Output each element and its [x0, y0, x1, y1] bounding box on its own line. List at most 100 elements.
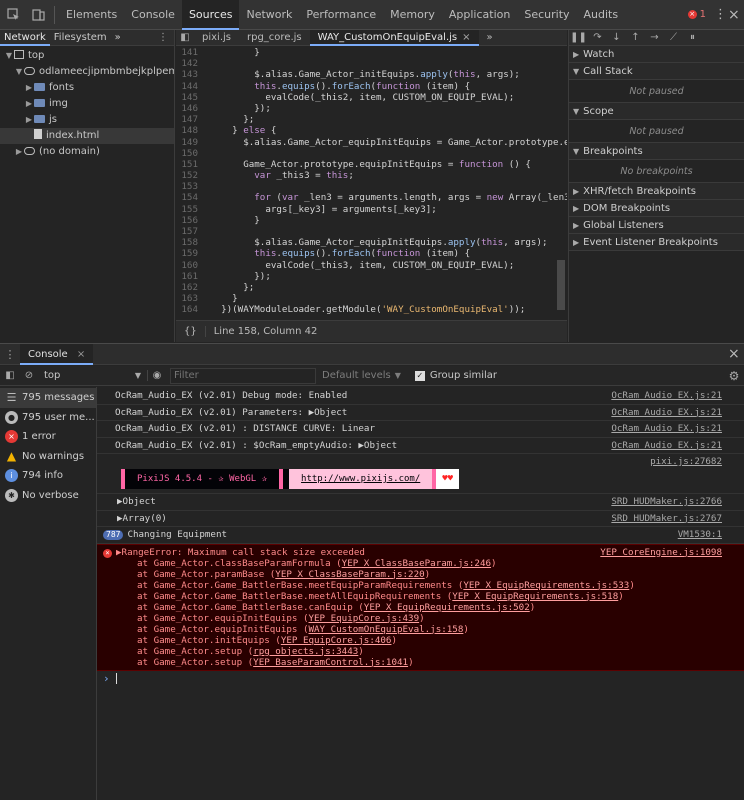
- console-prompt[interactable]: ›: [97, 671, 744, 687]
- triangle-right-icon[interactable]: ▶: [24, 80, 34, 96]
- sidebar-item-label: 794 info: [22, 470, 64, 481]
- more-tabs-icon[interactable]: »: [111, 30, 125, 46]
- close-icon[interactable]: ×: [462, 32, 470, 43]
- device-toolbar-icon[interactable]: [26, 0, 50, 30]
- triangle-down-icon[interactable]: ▼: [14, 64, 24, 80]
- pause-on-exceptions-icon[interactable]: ⏸: [683, 32, 702, 43]
- frame-source-link[interactable]: YEP_EquipCore.js:439: [308, 613, 419, 624]
- tree-item[interactable]: ▶ img: [0, 96, 174, 112]
- line-code: $.alias.Game_Actor_equipInitEquips.apply…: [210, 237, 548, 249]
- deactivate-breakpoints-icon[interactable]: ⟋: [664, 32, 683, 43]
- more-tabs-icon[interactable]: »: [479, 30, 501, 46]
- section-call-stack[interactable]: ▼ Call Stack: [569, 63, 744, 80]
- frame-source-link[interactable]: rpg_objects.js:3443: [253, 646, 358, 657]
- triangle-right-icon[interactable]: ▶: [24, 96, 34, 112]
- section-event-listener-breakpoints[interactable]: ▶ Event Listener Breakpoints: [569, 234, 744, 251]
- close-devtools-icon[interactable]: ×: [728, 7, 744, 23]
- step-icon[interactable]: →: [645, 32, 664, 43]
- editor-tab[interactable]: rpg_core.js: [239, 30, 310, 46]
- tab-sources[interactable]: Sources: [181, 0, 240, 30]
- tree-item[interactable]: ▶ js: [0, 112, 174, 128]
- source-link[interactable]: VM1530:1: [678, 527, 722, 543]
- sidebar-item[interactable]: × 1 error: [0, 427, 96, 447]
- tab-console[interactable]: Console ×: [20, 343, 94, 365]
- source-link[interactable]: YEP_CoreEngine.js:1098: [600, 547, 722, 558]
- triangle-right-icon[interactable]: ▶: [24, 112, 34, 128]
- tree-item[interactable]: index.html: [0, 128, 174, 144]
- section-dom-breakpoints[interactable]: ▶ DOM Breakpoints: [569, 200, 744, 217]
- frame-source-link[interactable]: WAY_CustomOnEquipEval.js:158: [308, 624, 463, 635]
- step-out-icon[interactable]: ↑: [626, 32, 645, 43]
- pretty-print-button[interactable]: {}: [176, 326, 205, 337]
- section-scope[interactable]: ▼ Scope: [569, 103, 744, 120]
- editor-tab[interactable]: pixi.js: [194, 30, 239, 46]
- error-counter[interactable]: × 1: [687, 9, 706, 20]
- tab-performance[interactable]: Performance: [299, 0, 383, 30]
- sidebar-item[interactable]: ▲ No warnings: [0, 447, 96, 467]
- section-xhr-fetch-breakpoints[interactable]: ▶ XHR/fetch Breakpoints: [569, 183, 744, 200]
- section-global-listeners[interactable]: ▶ Global Listeners: [569, 217, 744, 234]
- frame-source-link[interactable]: YEP_X_EquipRequirements.js:518: [452, 591, 618, 602]
- context-selector[interactable]: top ▼: [38, 370, 148, 381]
- tree-item[interactable]: ▶ fonts: [0, 80, 174, 96]
- tree-item[interactable]: ▶ (no domain): [0, 144, 174, 160]
- triangle-right-icon[interactable]: ▶: [14, 144, 24, 160]
- tab-filesystem[interactable]: Filesystem: [50, 30, 111, 46]
- sidebar-toggle-icon[interactable]: ◧: [0, 370, 20, 381]
- sidebar-item[interactable]: ✱ No verbose: [0, 486, 96, 506]
- source-link[interactable]: pixi.js:27682: [650, 454, 722, 470]
- navigator-menu-icon[interactable]: ⋮: [152, 32, 174, 43]
- log-message[interactable]: ▶Array(0) SRD_HUDMaker.js:2767: [97, 511, 744, 527]
- sidebar-item[interactable]: i 794 info: [0, 466, 96, 486]
- tab-network[interactable]: Network: [239, 0, 299, 30]
- tab-network[interactable]: Network: [0, 30, 50, 46]
- group-similar-checkbox[interactable]: ✓ Group similar: [414, 370, 497, 381]
- code-area[interactable]: 141 } 142 143 $.alias.Game_Actor_initEquip…: [176, 47, 567, 352]
- tab-application[interactable]: Application: [442, 0, 517, 30]
- tab-audits[interactable]: Audits: [577, 0, 626, 30]
- close-tab-icon[interactable]: ×: [77, 349, 85, 360]
- section-watch[interactable]: ▶ Watch: [569, 46, 744, 63]
- tree-item[interactable]: ▼ top: [0, 48, 174, 64]
- frame-source-link[interactable]: YEP_EquipCore.js:406: [281, 635, 392, 646]
- triangle-down-icon[interactable]: ▼: [4, 48, 14, 64]
- gear-icon[interactable]: ⚙: [724, 369, 744, 383]
- sidebar-item[interactable]: ☰ 795 messages: [0, 388, 96, 408]
- eye-icon[interactable]: ◉: [148, 370, 166, 381]
- source-link[interactable]: OcRam_Audio_EX.js:21: [611, 421, 722, 437]
- frame-source-link[interactable]: YEP_BaseParamControl.js:1041: [253, 657, 408, 668]
- log-message[interactable]: ▶Object SRD_HUDMaker.js:2766: [97, 494, 744, 511]
- banner-link[interactable]: http://www.pixijs.com/: [289, 469, 433, 489]
- levels-dropdown[interactable]: Default levels ▼: [322, 370, 401, 381]
- step-into-icon[interactable]: ↓: [607, 32, 626, 43]
- toggle-navigator-icon[interactable]: ◧: [176, 32, 194, 43]
- frame-source-link[interactable]: YEP_X_ClassBaseParam.js:220: [275, 569, 424, 580]
- tab-security[interactable]: Security: [517, 0, 576, 30]
- section-body: Not paused: [569, 120, 744, 143]
- frame-source-link[interactable]: YEP_X_EquipRequirements.js:533: [463, 580, 629, 591]
- tree-item[interactable]: ▼ odlameecjipmbmbejkplpemijjgplj: [0, 64, 174, 80]
- section-breakpoints[interactable]: ▼ Breakpoints: [569, 143, 744, 160]
- source-link[interactable]: OcRam_Audio_EX.js:21: [611, 438, 722, 454]
- filter-input[interactable]: [170, 367, 316, 384]
- source-link[interactable]: SRD_HUDMaker.js:2766: [611, 494, 722, 510]
- drawer-menu-icon[interactable]: ⋮: [0, 348, 20, 361]
- tab-elements[interactable]: Elements: [59, 0, 124, 30]
- source-link[interactable]: OcRam_Audio_EX.js:21: [611, 388, 722, 404]
- tab-memory[interactable]: Memory: [383, 0, 442, 30]
- frame-source-link[interactable]: YEP_X_ClassBaseParam.js:246: [342, 558, 491, 569]
- source-link[interactable]: OcRam_Audio_EX.js:21: [611, 405, 722, 421]
- close-drawer-icon[interactable]: ×: [728, 346, 744, 362]
- frame-source-link[interactable]: YEP_X_EquipRequirements.js:502: [364, 602, 530, 613]
- more-options-icon[interactable]: ⋮: [714, 7, 728, 22]
- inspect-element-icon[interactable]: [0, 0, 26, 30]
- pause-icon[interactable]: ❚❚: [569, 32, 588, 43]
- sidebar-item[interactable]: ● 795 user me...: [0, 408, 96, 428]
- tab-console[interactable]: Console: [124, 0, 182, 30]
- clear-console-icon[interactable]: ⊘: [20, 370, 38, 381]
- source-link[interactable]: SRD_HUDMaker.js:2767: [611, 511, 722, 527]
- section-title: Event Listener Breakpoints: [583, 237, 718, 248]
- step-over-icon[interactable]: ↷: [588, 32, 607, 43]
- editor-scrollbar[interactable]: [557, 260, 565, 310]
- editor-tab[interactable]: WAY_CustomOnEquipEval.js ×: [309, 29, 479, 46]
